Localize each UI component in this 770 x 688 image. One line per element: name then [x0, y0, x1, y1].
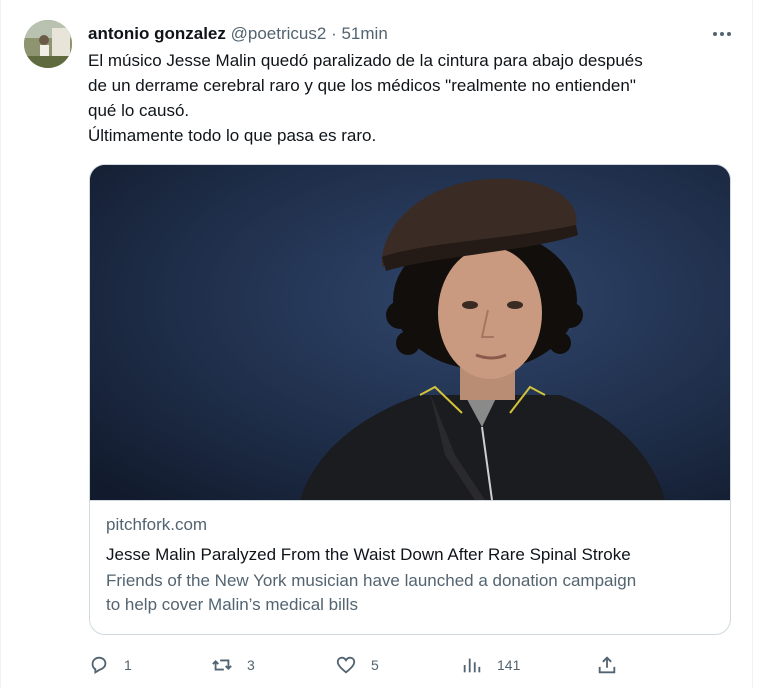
tweet: antonio gonzalez @poetricus2 · 51min El …	[0, 0, 770, 688]
card-domain: pitchfork.com	[106, 515, 208, 534]
link-card[interactable]: pitchfork.com Jesse Malin Paralyzed From…	[89, 164, 731, 635]
avatar[interactable]	[24, 20, 72, 68]
card-image[interactable]	[90, 165, 730, 501]
more-horizontal-icon[interactable]	[710, 22, 734, 46]
share-icon	[598, 656, 616, 674]
card-description-line: Friends of the New York musician have la…	[106, 571, 637, 590]
share-button[interactable]	[596, 648, 632, 682]
author-name[interactable]: antonio gonzalez	[88, 24, 226, 43]
heart-icon	[336, 656, 356, 674]
tweet-actions: 1 3 5 141	[88, 648, 728, 682]
tweet-text: El músico Jesse Malin quedó paralizado d…	[88, 48, 728, 148]
separator-dot: ·	[331, 24, 337, 43]
like-count: 5	[371, 657, 379, 673]
avatar-image	[24, 20, 72, 68]
tweet-text-line: Últimamente todo lo que pasa es raro.	[88, 126, 377, 145]
like-button[interactable]: 5	[335, 648, 379, 682]
reply-icon	[91, 656, 107, 674]
card-title: Jesse Malin Paralyzed From the Waist Dow…	[106, 545, 631, 564]
tweet-text-line: qué lo causó.	[88, 101, 190, 120]
card-body: pitchfork.com Jesse Malin Paralyzed From…	[106, 513, 714, 617]
timeline-border-left	[0, 0, 1, 688]
tweet-text-line: El músico Jesse Malin quedó paralizado d…	[88, 51, 643, 70]
card-description-line: to help cover Malin’s medical bills	[106, 595, 358, 614]
timeline-border-right	[752, 0, 753, 688]
tweet-text-line: de un derrame cerebral raro y que los mé…	[88, 76, 636, 95]
author-handle[interactable]: @poetricus2	[231, 24, 327, 43]
timestamp[interactable]: 51min	[341, 24, 387, 43]
reply-button[interactable]: 1	[88, 648, 132, 682]
views-chart-icon	[463, 658, 481, 673]
tweet-header: antonio gonzalez @poetricus2 · 51min	[88, 22, 746, 46]
reply-count: 1	[124, 657, 132, 673]
views-button[interactable]: 141	[461, 648, 520, 682]
views-count: 141	[497, 657, 521, 673]
card-photo	[90, 165, 730, 501]
card-description: Friends of the New York musician have la…	[106, 569, 714, 617]
retweet-button[interactable]: 3	[211, 648, 255, 682]
retweet-count: 3	[247, 657, 255, 673]
retweet-icon	[212, 659, 232, 671]
